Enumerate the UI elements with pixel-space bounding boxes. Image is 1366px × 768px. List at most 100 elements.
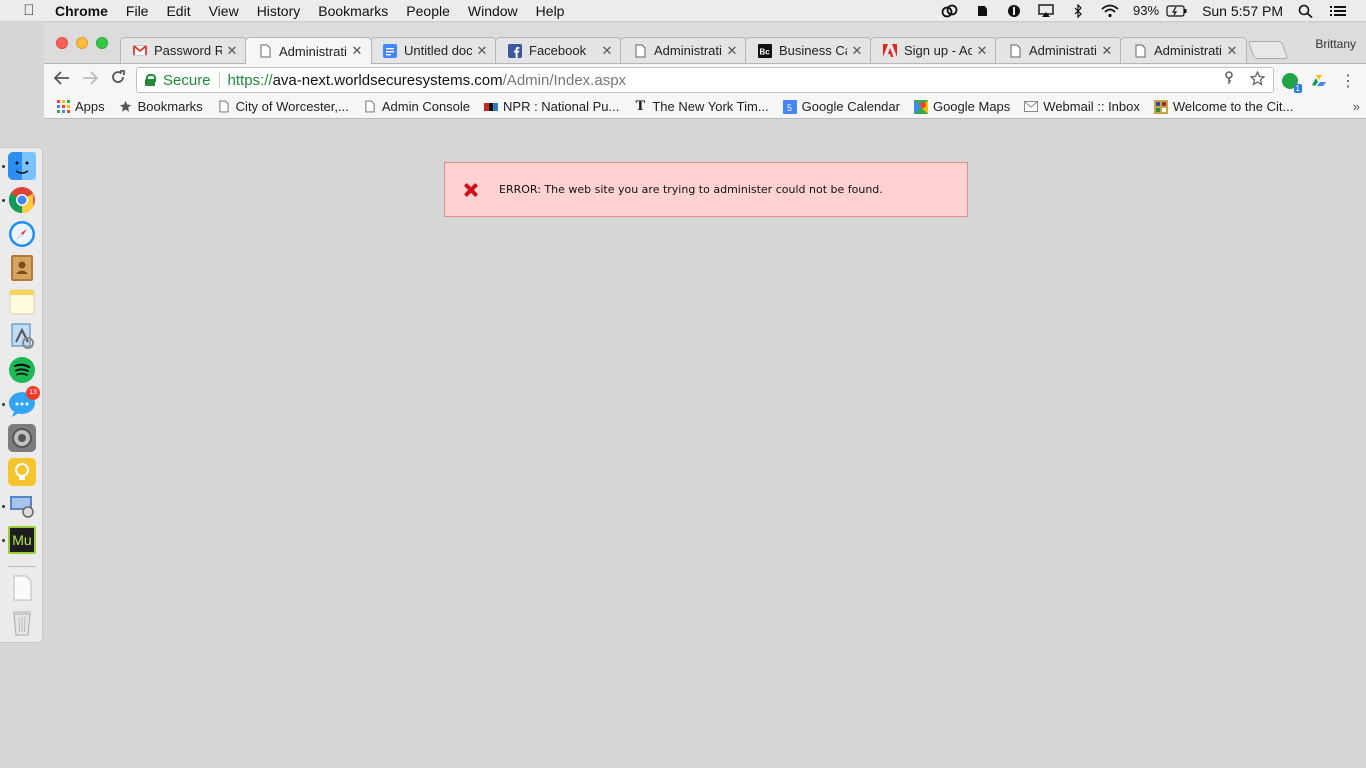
bookmark-google-calendar[interactable]: 5 Google Calendar (782, 99, 900, 114)
menu-bookmarks[interactable]: Bookmarks (309, 3, 397, 19)
tips-icon[interactable] (8, 458, 36, 486)
close-tab-icon[interactable]: ✕ (1226, 43, 1238, 59)
bookmark-apps[interactable]: Apps (56, 99, 105, 114)
google-drive-extension-icon[interactable] (1310, 74, 1328, 88)
new-tab-button[interactable] (1247, 41, 1289, 59)
notes-icon[interactable] (8, 288, 36, 316)
menu-view[interactable]: View (200, 3, 248, 19)
bookmark-label: Webmail :: Inbox (1043, 99, 1140, 114)
evernote-icon[interactable] (966, 4, 998, 18)
secure-label[interactable]: Secure (163, 72, 211, 89)
tab-business-catalyst[interactable]: Bc Business Ca ✕ (745, 37, 872, 63)
close-tab-icon[interactable]: ✕ (226, 43, 238, 59)
bookmark-bookmarks-folder[interactable]: Bookmarks (119, 99, 203, 114)
battery-percent[interactable]: 93% (1126, 3, 1166, 18)
menu-help[interactable]: Help (527, 3, 574, 19)
tab-facebook[interactable]: Facebook ✕ (495, 37, 622, 63)
tab-untitled-doc[interactable]: Untitled doc ✕ (370, 37, 497, 63)
close-tab-icon[interactable]: ✕ (851, 43, 863, 59)
close-window-button[interactable] (56, 37, 68, 49)
bookmark-label: Bookmarks (137, 99, 203, 114)
window-controls (56, 37, 108, 49)
bookmark-welcome-city[interactable]: Welcome to the Cit... (1153, 99, 1293, 114)
safari-icon[interactable] (8, 220, 36, 248)
menu-edit[interactable]: Edit (157, 3, 199, 19)
key-icon[interactable] (1224, 70, 1234, 90)
bookmark-google-maps[interactable]: Google Maps (913, 99, 1010, 114)
close-tab-icon[interactable]: ✕ (351, 43, 363, 59)
running-indicator (2, 403, 5, 406)
dock-separator (8, 566, 36, 567)
grammarly-extension-icon[interactable]: 1 (1282, 73, 1302, 93)
bookmark-admin-console[interactable]: Admin Console (363, 99, 470, 114)
apple-menu-icon[interactable]:  (18, 2, 40, 19)
menu-people[interactable]: People (397, 3, 459, 19)
close-tab-icon[interactable]: ✕ (976, 43, 988, 59)
bookmark-label: The New York Tim... (652, 99, 769, 114)
finder-icon[interactable] (8, 152, 36, 180)
forward-button[interactable] (76, 69, 104, 90)
page-icon (633, 44, 647, 58)
tab-title: Facebook (529, 43, 587, 58)
bookmark-label: Apps (75, 99, 105, 114)
notification-center-icon[interactable] (1322, 4, 1354, 18)
spotify-icon[interactable] (8, 356, 36, 384)
documents-icon[interactable] (8, 574, 36, 602)
zoom-window-button[interactable] (96, 37, 108, 49)
1password-icon[interactable] (998, 4, 1030, 18)
lock-icon[interactable] (145, 74, 156, 86)
creative-cloud-icon[interactable] (934, 4, 966, 18)
close-tab-icon[interactable]: ✕ (476, 43, 488, 59)
bookmark-new-york-times[interactable]: T The New York Tim... (633, 99, 769, 114)
spotlight-icon[interactable] (1290, 4, 1322, 18)
battery-icon[interactable] (1166, 4, 1195, 18)
url-scheme: https:// (227, 71, 273, 89)
chrome-menu-icon[interactable]: ⋮ (1340, 71, 1356, 91)
back-button[interactable] (48, 69, 76, 90)
google-maps-icon (913, 99, 928, 114)
tab-administration-active[interactable]: Administratic ✕ (245, 37, 372, 64)
apps-grid-icon (56, 100, 70, 114)
menu-window[interactable]: Window (459, 3, 527, 19)
trash-icon[interactable] (8, 608, 36, 636)
menu-history[interactable]: History (248, 3, 310, 19)
contacts-icon[interactable] (8, 254, 36, 282)
bookmark-npr[interactable]: NPR : National Pu... (484, 99, 619, 114)
bluetooth-icon[interactable] (1062, 3, 1094, 18)
close-tab-icon[interactable]: ✕ (601, 43, 613, 59)
tab-sign-up-adobe[interactable]: Sign up - Ad ✕ (870, 37, 997, 63)
minimize-window-button[interactable] (76, 37, 88, 49)
tab-list: Password Re ✕ Administratic ✕ Untitled d… (120, 33, 1289, 64)
profile-name[interactable]: Brittany (1315, 37, 1356, 51)
city-icon (1153, 99, 1168, 114)
reload-icon (112, 70, 125, 83)
reload-button[interactable] (104, 69, 132, 90)
tab-administration[interactable]: Administratic ✕ (1120, 37, 1247, 63)
bookmark-webmail-inbox[interactable]: Webmail :: Inbox (1024, 99, 1140, 114)
tab-administration[interactable]: Administratic ✕ (995, 37, 1122, 63)
wifi-icon[interactable] (1094, 4, 1126, 18)
image-capture-icon[interactable] (8, 492, 36, 520)
menu-app-name[interactable]: Chrome (46, 3, 117, 19)
close-tab-icon[interactable]: ✕ (726, 43, 738, 59)
bookmarks-overflow-button[interactable]: » (1353, 99, 1360, 114)
address-bar[interactable]: Secure https://ava-next.worldsecuresyste… (136, 67, 1274, 93)
preview-icon[interactable] (8, 322, 36, 350)
close-tab-icon[interactable]: ✕ (1101, 43, 1113, 59)
bookmark-city-of-worcester[interactable]: City of Worcester,... (217, 99, 349, 114)
tab-title: Business Ca (779, 43, 847, 58)
airplay-icon[interactable] (1030, 3, 1062, 18)
bookmark-label: Google Calendar (801, 99, 900, 114)
tab-password-reset[interactable]: Password Re ✕ (120, 37, 247, 63)
clock[interactable]: Sun 5:57 PM (1195, 3, 1290, 19)
system-preferences-icon[interactable] (8, 424, 36, 452)
chrome-icon[interactable] (8, 186, 36, 214)
bookmark-star-icon[interactable] (1249, 69, 1266, 90)
tab-administration[interactable]: Administratic ✕ (620, 37, 747, 63)
muse-icon[interactable]: Mu (8, 526, 36, 554)
bookmarks-bar: Apps Bookmarks City of Worcester,... Adm… (44, 95, 1366, 119)
running-indicator (2, 539, 5, 542)
messages-icon[interactable]: 13 (8, 386, 40, 418)
menu-file[interactable]: File (117, 3, 158, 19)
page-icon (1008, 44, 1022, 58)
